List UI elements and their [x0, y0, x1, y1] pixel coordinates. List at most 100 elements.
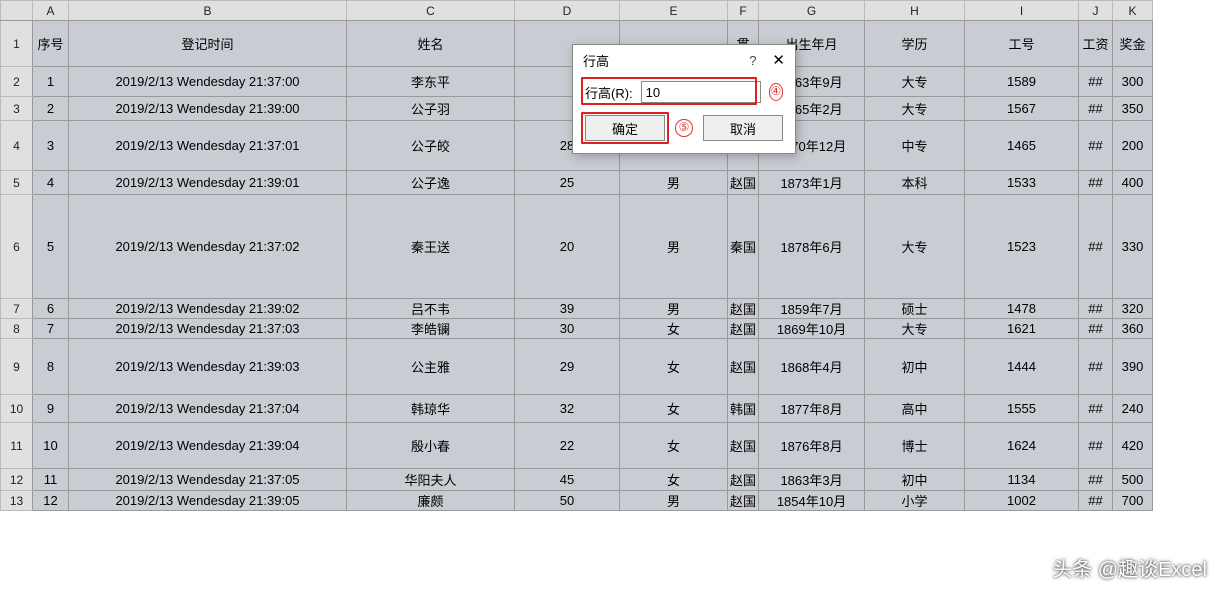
cell[interactable]: 420 — [1113, 423, 1153, 469]
select-all-corner[interactable] — [1, 1, 33, 21]
row-header[interactable]: 9 — [1, 339, 33, 395]
cell[interactable]: 1624 — [965, 423, 1079, 469]
cell[interactable]: 700 — [1113, 491, 1153, 511]
cell[interactable]: 赵国 — [728, 423, 759, 469]
cell[interactable]: 3 — [33, 121, 69, 171]
cell[interactable]: 1555 — [965, 395, 1079, 423]
cell[interactable]: 20 — [515, 195, 620, 299]
cell[interactable]: 硕士 — [865, 299, 965, 319]
cell[interactable]: 初中 — [865, 469, 965, 491]
cell[interactable]: 公子皎 — [347, 121, 515, 171]
cell[interactable]: 1134 — [965, 469, 1079, 491]
cell[interactable]: 4 — [33, 171, 69, 195]
cell[interactable]: 45 — [515, 469, 620, 491]
cell[interactable]: 1444 — [965, 339, 1079, 395]
cell[interactable]: 秦国 — [728, 195, 759, 299]
cell[interactable]: 5 — [33, 195, 69, 299]
header-cell[interactable]: 序号 — [33, 21, 69, 67]
cell[interactable]: 39 — [515, 299, 620, 319]
cell[interactable]: 240 — [1113, 395, 1153, 423]
cell[interactable]: 赵国 — [728, 491, 759, 511]
cell[interactable]: ## — [1079, 97, 1113, 121]
cell[interactable]: 25 — [515, 171, 620, 195]
cell[interactable]: 22 — [515, 423, 620, 469]
cell[interactable]: 11 — [33, 469, 69, 491]
row-header[interactable]: 6 — [1, 195, 33, 299]
table-row[interactable]: 982019/2/13 Wendesday 21:39:03公主雅29女赵国18… — [1, 339, 1153, 395]
cell[interactable]: 7 — [33, 319, 69, 339]
col-header-J[interactable]: J — [1079, 1, 1113, 21]
cell[interactable]: 1877年8月 — [759, 395, 865, 423]
row-height-input[interactable] — [641, 81, 761, 103]
cell[interactable]: 8 — [33, 339, 69, 395]
col-header-D[interactable]: D — [515, 1, 620, 21]
close-icon[interactable]: ✕ — [772, 51, 785, 69]
cell[interactable]: 公子羽 — [347, 97, 515, 121]
cell[interactable]: ## — [1079, 339, 1113, 395]
cell[interactable]: 男 — [620, 195, 728, 299]
cell[interactable]: 360 — [1113, 319, 1153, 339]
col-header-A[interactable]: A — [33, 1, 69, 21]
cell[interactable]: 1465 — [965, 121, 1079, 171]
cell[interactable]: 2 — [33, 97, 69, 121]
cell[interactable]: ## — [1079, 319, 1113, 339]
cell[interactable]: 韩琼华 — [347, 395, 515, 423]
row-header[interactable]: 12 — [1, 469, 33, 491]
cell[interactable]: 9 — [33, 395, 69, 423]
cell[interactable]: 2019/2/13 Wendesday 21:39:05 — [69, 491, 347, 511]
table-row[interactable]: 11102019/2/13 Wendesday 21:39:04殷小春22女赵国… — [1, 423, 1153, 469]
row-header[interactable]: 13 — [1, 491, 33, 511]
col-header-G[interactable]: G — [759, 1, 865, 21]
header-cell[interactable]: 登记时间 — [69, 21, 347, 67]
cell[interactable]: 2019/2/13 Wendesday 21:37:03 — [69, 319, 347, 339]
cell[interactable]: 华阳夫人 — [347, 469, 515, 491]
cell[interactable]: 大专 — [865, 319, 965, 339]
cell[interactable]: 2019/2/13 Wendesday 21:39:01 — [69, 171, 347, 195]
table-row[interactable]: 13122019/2/13 Wendesday 21:39:05廉颇50男赵国1… — [1, 491, 1153, 511]
cell[interactable]: 女 — [620, 339, 728, 395]
cell[interactable]: ## — [1079, 395, 1113, 423]
cell[interactable]: ## — [1079, 469, 1113, 491]
cell[interactable]: 400 — [1113, 171, 1153, 195]
header-cell[interactable]: 奖金 — [1113, 21, 1153, 67]
cell[interactable]: 女 — [620, 423, 728, 469]
cell[interactable]: 32 — [515, 395, 620, 423]
header-cell[interactable]: 工号 — [965, 21, 1079, 67]
cell[interactable]: 2019/2/13 Wendesday 21:37:01 — [69, 121, 347, 171]
cell[interactable]: 2019/2/13 Wendesday 21:39:03 — [69, 339, 347, 395]
cell[interactable]: 1621 — [965, 319, 1079, 339]
col-header-B[interactable]: B — [69, 1, 347, 21]
cell[interactable]: 中专 — [865, 121, 965, 171]
cell[interactable]: 女 — [620, 319, 728, 339]
cell[interactable]: 1567 — [965, 97, 1079, 121]
cell[interactable]: 29 — [515, 339, 620, 395]
cell[interactable]: 本科 — [865, 171, 965, 195]
cell[interactable]: 10 — [33, 423, 69, 469]
cell[interactable]: 赵国 — [728, 171, 759, 195]
col-header-E[interactable]: E — [620, 1, 728, 21]
cell[interactable]: 廉颇 — [347, 491, 515, 511]
row-header[interactable]: 3 — [1, 97, 33, 121]
cell[interactable]: 1 — [33, 67, 69, 97]
row-header-1[interactable]: 1 — [1, 21, 33, 67]
cell[interactable]: ## — [1079, 171, 1113, 195]
cell[interactable]: 男 — [620, 491, 728, 511]
cell[interactable]: 赵国 — [728, 319, 759, 339]
cell[interactable]: 1533 — [965, 171, 1079, 195]
table-row[interactable]: 872019/2/13 Wendesday 21:37:03李皓镧30女赵国18… — [1, 319, 1153, 339]
cell[interactable]: 1876年8月 — [759, 423, 865, 469]
cell[interactable]: 390 — [1113, 339, 1153, 395]
row-header[interactable]: 11 — [1, 423, 33, 469]
cell[interactable]: 殷小春 — [347, 423, 515, 469]
cell[interactable]: 300 — [1113, 67, 1153, 97]
table-row[interactable]: 1092019/2/13 Wendesday 21:37:04韩琼华32女韩国1… — [1, 395, 1153, 423]
cell[interactable]: 公主雅 — [347, 339, 515, 395]
cell[interactable]: 2019/2/13 Wendesday 21:37:02 — [69, 195, 347, 299]
cell[interactable]: 李东平 — [347, 67, 515, 97]
cell[interactable]: 320 — [1113, 299, 1153, 319]
cell[interactable]: 1868年4月 — [759, 339, 865, 395]
cell[interactable]: 1863年3月 — [759, 469, 865, 491]
col-header-K[interactable]: K — [1113, 1, 1153, 21]
cell[interactable]: ## — [1079, 491, 1113, 511]
cell[interactable]: 大专 — [865, 195, 965, 299]
